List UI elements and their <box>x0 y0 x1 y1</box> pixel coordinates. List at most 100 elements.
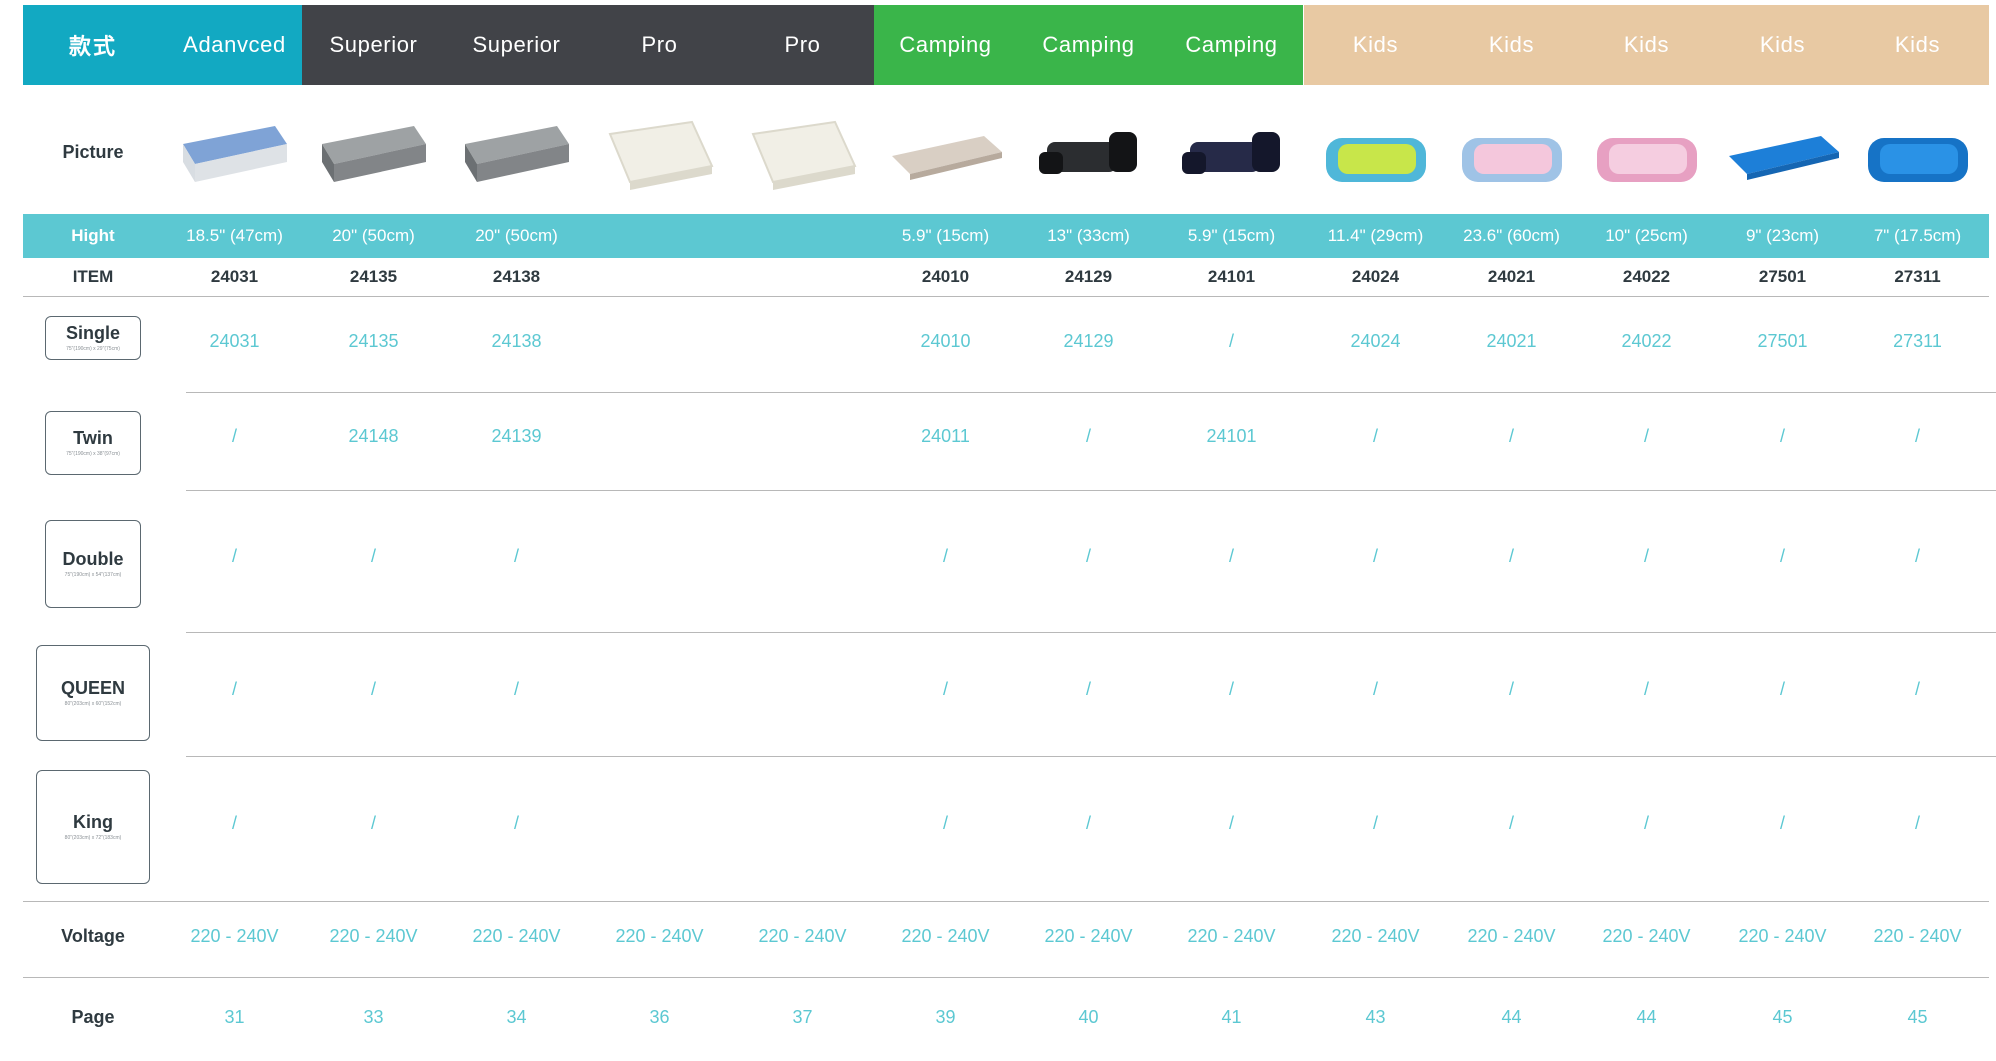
green-dino-kids-bed-image <box>1304 85 1447 219</box>
header-category: Pro <box>588 5 731 85</box>
header-label: 款式 <box>23 5 163 85</box>
size-item-value: / <box>1779 425 1785 446</box>
size-item-value: / <box>1914 425 1920 446</box>
size-item-value: 24022 <box>1621 331 1672 351</box>
grey-raised-airbed-image <box>302 85 445 219</box>
item-number: 24135 <box>349 267 398 286</box>
pink-kids-bed-with-girl-image <box>1440 85 1583 219</box>
size-item-value <box>731 485 874 627</box>
height-value: 11.4" (29cm) <box>1327 226 1424 245</box>
page-number: 31 <box>224 1006 245 1027</box>
size-item-value: / <box>231 813 237 833</box>
size-item-value: / <box>1085 545 1091 566</box>
size-item-value: / <box>231 678 237 699</box>
size-item-value: / <box>370 813 376 833</box>
item-number: 24129 <box>1064 267 1113 286</box>
size-item-value <box>588 387 731 485</box>
size-item-value: 24139 <box>491 425 542 446</box>
size-item-value: / <box>1643 425 1649 446</box>
size-label: QUEEN <box>60 678 125 698</box>
size-item-value: / <box>942 678 948 699</box>
item-number: 24101 <box>1207 267 1256 286</box>
size-item-value: / <box>1228 813 1234 833</box>
size-item-value <box>731 751 874 896</box>
size-item-value: / <box>942 545 948 566</box>
size-item-value: / <box>1643 545 1649 566</box>
item-number: 24138 <box>492 267 541 286</box>
voltage-row: Voltage 220 - 240V 220 - 240V 220 - 240V 22… <box>23 896 1989 978</box>
size-item-value: / <box>1085 678 1091 699</box>
page-row: Page 31 33 34 36 37 39 40 41 43 44 44 45 45 <box>23 977 1989 1057</box>
item-number: 24024 <box>1351 267 1400 286</box>
voltage-value: 220 - 240V <box>1044 926 1133 946</box>
product-comparison-table: 款式 Adanvced Superior Superior Pro Pro Camping… <box>23 5 1996 1057</box>
header-category: Kids <box>1846 5 1989 85</box>
voltage-row-label: Voltage <box>61 926 125 946</box>
voltage-value: 220 - 240V <box>901 926 990 946</box>
size-item-value <box>588 627 731 751</box>
page-number: 44 <box>1501 1006 1522 1027</box>
height-row-label: Hight <box>71 226 115 245</box>
height-value: 18.5" (47cm) <box>186 226 283 245</box>
item-number: 24031 <box>210 267 259 286</box>
size-item-value: / <box>231 425 237 446</box>
size-item-value: / <box>1914 545 1920 566</box>
picture-row: Picture <box>23 85 1989 219</box>
size-item-value: / <box>1085 813 1091 833</box>
height-value: 5.9" (15cm) <box>901 226 990 245</box>
item-row-label: ITEM <box>72 267 114 286</box>
size-item-value: 24031 <box>209 331 260 351</box>
size-item-value <box>588 485 731 627</box>
size-item-value: 24129 <box>1063 331 1114 351</box>
picture-row-label: Picture <box>62 141 124 162</box>
size-badge-queen: QUEEN 80"(203cm) x 60"(152cm) <box>36 645 150 741</box>
size-item-value: / <box>1643 678 1649 699</box>
size-row-queen: QUEEN 80"(203cm) x 60"(152cm) / / / / / / / / / /… <box>23 627 1989 751</box>
page-number: 37 <box>792 1006 813 1027</box>
height-row: Hight 18.5" (47cm) 20" (50cm) 20" (50cm) 5.… <box>23 214 1989 258</box>
size-dimensions: 75"(190cm) x 54"(137cm) <box>64 572 122 578</box>
size-item-value: / <box>1085 425 1091 446</box>
pink-kids-bed-with-child-image <box>1575 85 1718 219</box>
size-badge-twin: Twin 75"(190cm) x 38"(97cm) <box>45 411 141 475</box>
size-item-value: / <box>1372 678 1378 699</box>
size-item-value: 24024 <box>1350 331 1401 351</box>
size-item-value: / <box>1914 678 1920 699</box>
page-number: 44 <box>1636 1006 1657 1027</box>
voltage-value: 220 - 240V <box>1187 926 1276 946</box>
page-number: 40 <box>1078 1006 1099 1027</box>
height-value: 9" (23cm) <box>1745 226 1820 245</box>
header-category: Superior <box>302 5 445 85</box>
voltage-value: 220 - 240V <box>472 926 561 946</box>
voltage-value: 220 - 240V <box>329 926 418 946</box>
size-item-value: 27311 <box>1893 331 1942 351</box>
white-quilted-airbed-image <box>588 85 731 219</box>
grey-raised-airbed-image <box>445 85 588 219</box>
size-item-value: 24010 <box>920 331 971 351</box>
size-item-value <box>731 627 874 751</box>
size-item-value: / <box>1508 545 1514 566</box>
page-number: 45 <box>1907 1006 1928 1027</box>
size-item-value: 24138 <box>491 331 542 351</box>
size-dimensions: 75"(190cm) x 38"(97cm) <box>66 451 120 457</box>
black-car-airbed-image <box>1017 85 1160 219</box>
size-item-value: / <box>1779 545 1785 566</box>
page-number: 34 <box>506 1006 527 1027</box>
size-label: Double <box>62 549 124 569</box>
size-item-value: / <box>1508 813 1514 833</box>
height-value: 10" (25cm) <box>1605 226 1688 245</box>
size-item-value: / <box>1508 678 1514 699</box>
item-row: ITEM 24031 24135 24138 24010 24129 24101 24024… <box>23 258 1989 297</box>
height-value <box>731 214 874 258</box>
size-row-king: King 80"(203cm) x 72"(183cm) / / / / / / / / / / / <box>23 751 1989 896</box>
header-category: Kids <box>1304 5 1447 85</box>
header-category: Pro <box>731 5 874 85</box>
size-item-value: / <box>1228 678 1234 699</box>
voltage-value: 220 - 240V <box>1873 926 1962 946</box>
item-number <box>731 258 874 296</box>
size-item-value <box>588 296 731 387</box>
page-number: 41 <box>1221 1006 1242 1027</box>
size-item-value: / <box>1914 813 1920 833</box>
item-number: 24022 <box>1622 267 1671 286</box>
size-item-value <box>588 751 731 896</box>
